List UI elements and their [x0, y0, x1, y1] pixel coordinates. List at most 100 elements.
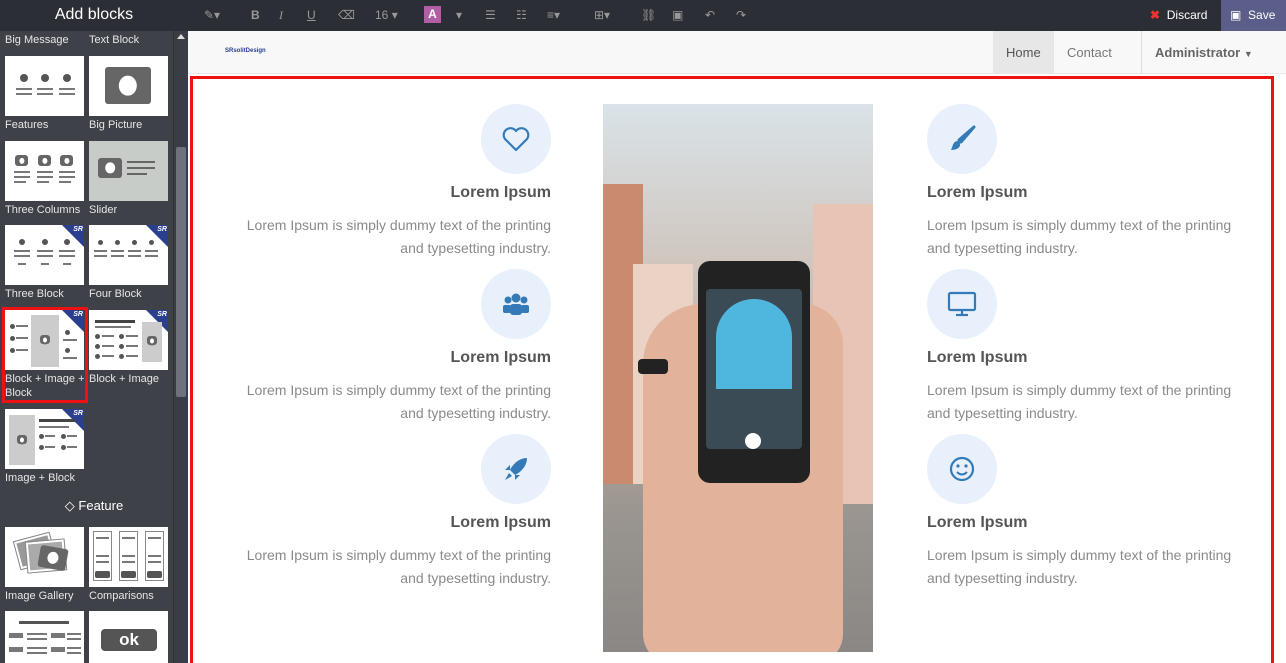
camera-icon — [147, 336, 157, 345]
unordered-list-icon[interactable]: ☰ — [485, 8, 496, 22]
site-navbar: SRsolitDesign Home Contact us Administra… — [188, 31, 1286, 103]
block-image-block-section[interactable]: Lorem Ipsum Lorem Ipsum is simply dummy … — [190, 76, 1274, 663]
block-label: Block + Image + Block — [5, 373, 85, 399]
block-four-block[interactable]: SR Four Block — [89, 225, 169, 301]
admin-label: Administrator — [1155, 45, 1241, 60]
camera-icon — [98, 158, 122, 178]
block-label: Big Picture — [89, 119, 143, 131]
nav-administrator-dropdown[interactable]: Administrator ▼ — [1142, 31, 1266, 74]
block-big-message[interactable]: Big Message — [5, 31, 85, 47]
feature-icon-circle — [481, 434, 551, 504]
camera-icon — [17, 435, 27, 444]
block-label: Three Columns — [5, 204, 81, 216]
feature-list-thumbnail — [5, 611, 84, 663]
align-icon[interactable]: ≡▾ — [547, 8, 560, 22]
feature-item: Lorem Ipsum Lorem Ipsum is simply dummy … — [221, 434, 551, 594]
block-image-block[interactable]: SR Image + Block — [5, 409, 85, 485]
feature-title: Lorem Ipsum — [450, 349, 551, 366]
image-block-thumbnail: SR — [5, 409, 84, 469]
camera-icon — [37, 544, 69, 572]
block-ok-button[interactable]: ok — [89, 611, 169, 663]
bold-icon[interactable]: B — [251, 8, 260, 22]
block-label: Text Block — [89, 34, 140, 46]
block-label: Comparisons — [89, 590, 154, 602]
block-feature-list[interactable] — [5, 611, 85, 663]
slider-thumbnail — [89, 141, 168, 201]
chevron-down-icon[interactable]: ▾ — [456, 8, 462, 22]
ordered-list-icon[interactable]: ☷ — [516, 8, 527, 22]
italic-icon[interactable]: I — [279, 8, 283, 22]
caret-down-icon: ▼ — [1243, 49, 1253, 59]
feature-section-label: Feature — [78, 498, 124, 513]
camera-icon — [60, 155, 73, 166]
block-three-block[interactable]: SR Three Block — [5, 225, 85, 301]
magic-wand-icon[interactable]: ✎▾ — [204, 8, 220, 22]
block-image-gallery[interactable]: Image Gallery — [5, 527, 85, 603]
feature-item: Lorem Ipsum Lorem Ipsum is simply dummy … — [221, 269, 551, 429]
font-color-button[interactable]: A — [424, 6, 441, 23]
feature-section-heading: ◇ Feature — [0, 498, 188, 514]
feature-title: Lorem Ipsum — [927, 184, 1028, 201]
three-columns-thumbnail — [5, 141, 84, 201]
camera-icon — [15, 155, 28, 166]
editor-toolbar: ✎▾ B I U ⌫ 16 ▾ A ▾ ☰ ☷ ≡▾ ⊞▾ ⛓ ▣ ↶ ↷ ✖ … — [188, 0, 1286, 31]
undo-icon[interactable]: ↶ — [705, 8, 715, 22]
redo-icon[interactable]: ↷ — [736, 8, 746, 22]
comparisons-thumbnail — [89, 527, 168, 587]
save-button[interactable]: ▣ Save — [1221, 0, 1286, 31]
feature-item: Lorem Ipsum Lorem Ipsum is simply dummy … — [927, 434, 1257, 594]
sidebar-scrollbar[interactable] — [173, 31, 188, 663]
block-big-picture[interactable]: Big Picture — [89, 56, 169, 132]
feature-item: Lorem Ipsum Lorem Ipsum is simply dummy … — [927, 269, 1257, 429]
feature-description: Lorem Ipsum is simply dummy text of the … — [927, 382, 1232, 421]
camera-icon — [38, 155, 51, 166]
desktop-icon — [947, 291, 977, 317]
nav-home[interactable]: Home — [993, 31, 1054, 74]
image-gallery-thumbnail — [5, 527, 84, 587]
feature-description: Lorem Ipsum is simply dummy text of the … — [246, 217, 551, 256]
nav-contact-us[interactable]: Contact us — [1054, 31, 1142, 103]
table-icon[interactable]: ⊞▾ — [594, 8, 610, 22]
feature-icon-circle — [927, 434, 997, 504]
block-three-columns[interactable]: Three Columns — [5, 141, 85, 217]
site-logo[interactable]: SRsolitDesign — [225, 48, 266, 54]
block-label: Block + Image — [89, 373, 160, 385]
smile-icon — [949, 456, 975, 482]
block-image-block-thumbnail: SR — [5, 310, 84, 370]
link-icon[interactable]: ⛓ — [641, 8, 656, 22]
features-thumbnail — [5, 56, 84, 116]
sidebar-title: Add blocks — [0, 0, 188, 31]
font-size-dropdown[interactable]: 16 ▾ — [375, 8, 398, 22]
feature-item: Lorem Ipsum Lorem Ipsum is simply dummy … — [927, 104, 1257, 264]
block-label: Big Message — [5, 34, 69, 46]
scroll-up-arrow-icon[interactable] — [177, 34, 185, 39]
feature-title: Lorem Ipsum — [450, 514, 551, 531]
block-label: Four Block — [89, 288, 142, 300]
feature-title: Lorem Ipsum — [927, 349, 1028, 366]
eraser-icon[interactable]: ⌫ — [338, 8, 355, 22]
block-block-image-block[interactable]: SR Block + Image + Block — [2, 307, 88, 403]
block-label: Image + Block — [5, 472, 76, 484]
feature-description: Lorem Ipsum is simply dummy text of the … — [927, 217, 1232, 256]
block-comparisons[interactable]: Comparisons — [89, 527, 169, 603]
block-label: Slider — [89, 204, 118, 216]
hand-holding-phone-image — [603, 104, 873, 652]
block-slider[interactable]: Slider — [89, 141, 169, 217]
underline-icon[interactable]: U — [307, 8, 316, 22]
block-label: Three Block — [5, 288, 64, 300]
block-block-image[interactable]: SR Block + Image — [89, 310, 169, 386]
block-features[interactable]: Features — [5, 56, 85, 132]
block-text-block[interactable]: Text Block — [89, 31, 169, 47]
diamond-icon: ◇ — [64, 498, 75, 513]
big-picture-thumbnail — [89, 56, 168, 116]
feature-icon-circle — [927, 269, 997, 339]
discard-button[interactable]: ✖ Discard — [1140, 0, 1221, 31]
feature-description: Lorem Ipsum is simply dummy text of the … — [246, 547, 551, 586]
floppy-disk-icon: ▣ — [1230, 8, 1242, 22]
rocket-icon — [505, 458, 527, 480]
scroll-thumb[interactable] — [176, 147, 186, 397]
image-file-icon[interactable]: ▣ — [672, 8, 683, 22]
camera-icon — [105, 67, 151, 104]
block-label: Image Gallery — [5, 590, 74, 602]
feature-description: Lorem Ipsum is simply dummy text of the … — [927, 547, 1232, 586]
